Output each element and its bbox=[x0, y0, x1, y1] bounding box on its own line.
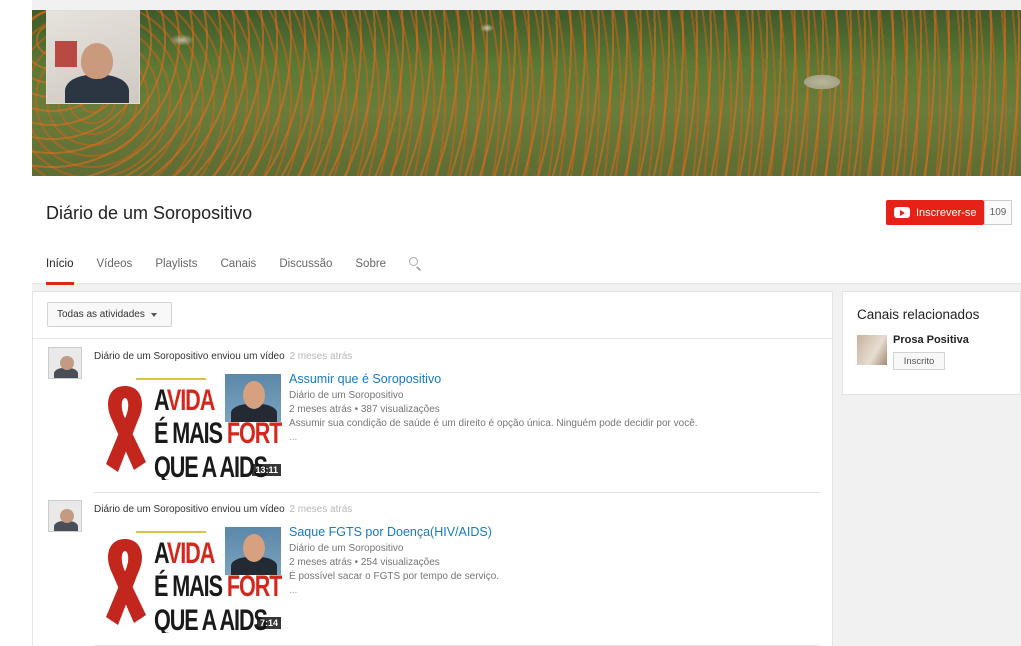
channel-title[interactable]: Diário de um Soropositivo bbox=[46, 203, 252, 224]
related-channels-heading: Canais relacionados bbox=[857, 307, 980, 322]
avatar-body bbox=[65, 75, 129, 103]
tab-playlists[interactable]: Playlists bbox=[155, 258, 197, 284]
video-channel[interactable]: Diário de um Soropositivo bbox=[289, 542, 829, 556]
youtube-channel-page: Diário de um Soropositivo Inscrever-se 1… bbox=[0, 0, 1021, 646]
activity-time: 2 meses atrás bbox=[289, 504, 353, 515]
activity-feed: Todas as atividades Diário de um Soropos… bbox=[32, 291, 833, 646]
activity-line: Diário de um Soropositivo enviou um víde… bbox=[94, 504, 352, 515]
search-lens bbox=[409, 257, 419, 266]
video-thumbnail[interactable]: AVIDA É MAIS FORTE QUE A AIDS 13:11 bbox=[94, 374, 282, 480]
subscriber-count: 109 bbox=[984, 200, 1012, 225]
activity-author[interactable]: Diário de um Soropositivo bbox=[94, 504, 209, 515]
thumbnail-caption-strip bbox=[136, 378, 206, 380]
search-handle bbox=[416, 266, 422, 271]
subscribed-button[interactable]: Inscrito bbox=[893, 352, 945, 370]
thumbnail-caption-strip bbox=[136, 531, 206, 533]
youtube-play-icon bbox=[894, 207, 910, 218]
video-channel[interactable]: Diário de um Soropositivo bbox=[289, 389, 829, 403]
thumbnail-person bbox=[225, 527, 281, 575]
thumbnail-line-2: É MAIS FORTE bbox=[154, 417, 282, 450]
channel-search-icon[interactable] bbox=[409, 257, 423, 271]
thumbnail-person bbox=[225, 374, 281, 422]
related-channel-name[interactable]: Prosa Positiva bbox=[893, 334, 969, 346]
video-meta: 2 meses atrás • 387 visualizações bbox=[289, 404, 440, 415]
activity-time: 2 meses atrás bbox=[289, 351, 353, 362]
video-info: Assumir que é Soropositivo Diário de um … bbox=[289, 372, 829, 445]
thumbnail-line-3: QUE A AIDS bbox=[154, 451, 268, 481]
video-description-more[interactable]: ... bbox=[289, 431, 829, 445]
video-description: Assumir sua condição de saúde é um direi… bbox=[289, 418, 698, 429]
channel-header: Diário de um Soropositivo Inscrever-se 1… bbox=[32, 176, 1021, 285]
tab-discussao[interactable]: Discussão bbox=[279, 258, 332, 284]
feed-item: Diário de um Soropositivo enviou um víde… bbox=[33, 492, 834, 646]
thumbnail-line-3: QUE A AIDS bbox=[154, 604, 268, 634]
video-duration: 7:14 bbox=[256, 617, 281, 629]
video-description-more[interactable]: ... bbox=[289, 584, 829, 598]
activity-filter-label: Todas as atividades bbox=[57, 309, 145, 320]
channel-banner bbox=[32, 10, 1021, 176]
tab-sobre[interactable]: Sobre bbox=[355, 258, 386, 284]
tab-inicio[interactable]: Início bbox=[46, 258, 74, 285]
left-margin bbox=[0, 0, 32, 646]
video-info: Saque FGTS por Doença(HIV/AIDS) Diário d… bbox=[289, 525, 829, 598]
channel-tabs: Início Vídeos Playlists Canais Discussão… bbox=[46, 257, 423, 285]
aids-ribbon-icon bbox=[106, 386, 146, 472]
subscribe-button[interactable]: Inscrever-se bbox=[886, 200, 984, 225]
avatar-background-poster bbox=[55, 41, 77, 67]
aids-ribbon-icon bbox=[106, 539, 146, 625]
video-title[interactable]: Assumir que é Soropositivo bbox=[289, 372, 829, 386]
activity-action: enviou um vídeo bbox=[211, 504, 285, 515]
activity-filter-dropdown[interactable]: Todas as atividades bbox=[47, 302, 172, 327]
thumbnail-line-2: É MAIS FORTE bbox=[154, 570, 282, 603]
tab-videos[interactable]: Vídeos bbox=[97, 258, 133, 284]
channel-avatar[interactable] bbox=[46, 10, 140, 104]
activity-action: enviou um vídeo bbox=[211, 351, 285, 362]
video-meta: 2 meses atrás • 254 visualizações bbox=[289, 557, 440, 568]
video-thumbnail[interactable]: AVIDA É MAIS FORTE QUE A AIDS 7:14 bbox=[94, 527, 282, 633]
related-channel-avatar[interactable] bbox=[857, 335, 887, 365]
subscribe-label: Inscrever-se bbox=[916, 206, 977, 219]
feed-item: Diário de um Soropositivo enviou um víde… bbox=[33, 339, 834, 493]
related-channels-panel: Canais relacionados Prosa Positiva Inscr… bbox=[842, 291, 1021, 395]
uploader-avatar[interactable] bbox=[48, 500, 82, 532]
activity-line: Diário de um Soropositivo enviou um víde… bbox=[94, 351, 352, 362]
video-duration: 13:11 bbox=[252, 464, 281, 476]
tab-canais[interactable]: Canais bbox=[221, 258, 257, 284]
avatar-face bbox=[81, 43, 113, 79]
thumbnail-line-1: AVIDA bbox=[154, 384, 215, 417]
video-title[interactable]: Saque FGTS por Doença(HIV/AIDS) bbox=[289, 525, 829, 539]
caret-down-icon bbox=[150, 312, 157, 317]
activity-author[interactable]: Diário de um Soropositivo bbox=[94, 351, 209, 362]
video-description: É possível sacar o FGTS por tempo de ser… bbox=[289, 571, 500, 582]
uploader-avatar[interactable] bbox=[48, 347, 82, 379]
thumbnail-line-1: AVIDA bbox=[154, 537, 215, 570]
